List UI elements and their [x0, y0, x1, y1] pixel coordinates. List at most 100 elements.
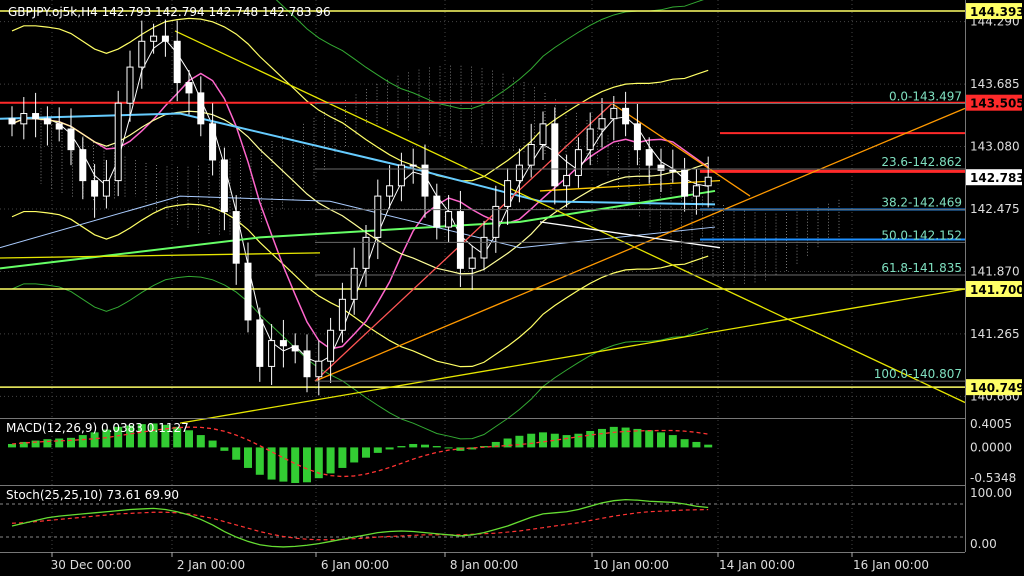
- macd-histogram-bar: [539, 432, 547, 448]
- candle-bear: [456, 211, 464, 269]
- candle-bear: [645, 149, 653, 166]
- candle-bull: [515, 164, 523, 182]
- fib-level-label: 38.2-142.469: [881, 196, 962, 210]
- macd-histogram-bar: [668, 435, 677, 448]
- candle-bull: [563, 174, 571, 187]
- macd-histogram-bar: [55, 438, 64, 448]
- candle-bull: [574, 149, 582, 176]
- price-tag-label: 140.749: [970, 381, 1024, 395]
- time-tick-label: 10 Jan 00:00: [593, 558, 669, 572]
- macd-histogram-bar: [598, 428, 606, 448]
- candle-bear: [32, 113, 40, 120]
- time-tick-label: 6 Jan 00:00: [321, 558, 389, 572]
- macd-histogram-bar: [527, 433, 536, 448]
- candle-bear: [67, 128, 75, 151]
- time-tick-label: 30 Dec 00:00: [51, 558, 132, 572]
- candle-bear: [43, 118, 51, 125]
- candle-bear: [173, 40, 181, 84]
- trading-chart[interactable]: 0.0-143.497 23.6-142.862 38.2-142.469 50.0-…: [0, 0, 1024, 576]
- macd-histogram-bar: [645, 430, 654, 448]
- price-tick-label: 143.685: [970, 77, 1020, 91]
- macd-label: MACD(12,26,9) 0.0383 0.1127: [6, 421, 189, 435]
- macd-histogram-bar: [303, 447, 311, 483]
- macd-histogram-bar: [43, 439, 52, 448]
- candle-bull: [504, 180, 512, 207]
- candle-bull: [338, 298, 346, 331]
- macd-histogram-bar: [350, 447, 359, 463]
- macd-histogram-bar: [196, 435, 205, 448]
- macd-histogram-bar: [362, 447, 370, 458]
- macd-histogram-bar: [279, 447, 288, 482]
- macd-histogram-bar: [67, 437, 75, 448]
- macd-histogram-bar: [633, 428, 642, 448]
- macd-histogram-bar: [385, 447, 394, 450]
- candle-bear: [197, 92, 205, 125]
- candle-bear: [279, 340, 287, 347]
- candle-bear: [291, 345, 299, 352]
- price-tick-label: 141.265: [970, 327, 1020, 341]
- macd-histogram-bar: [373, 447, 382, 453]
- candle-bull: [598, 118, 606, 130]
- macd-tick-label: 0.0000: [970, 440, 1012, 454]
- candle-bull: [527, 143, 535, 166]
- price-tag-label: 142.783: [970, 171, 1024, 185]
- candle-bear: [161, 35, 169, 42]
- candle-bear: [421, 164, 429, 197]
- macd-histogram-bar: [562, 435, 571, 448]
- macd-histogram-bar: [255, 447, 264, 475]
- candle-bear: [55, 123, 63, 130]
- candle-bull: [445, 211, 453, 228]
- macd-histogram-bar: [621, 427, 630, 448]
- candle-bear: [185, 82, 193, 94]
- candle-bull: [692, 185, 700, 197]
- candle-bear: [256, 319, 264, 367]
- candle-bull: [539, 123, 547, 145]
- stoch-tick-label: 100.00: [970, 486, 1012, 500]
- candle-bull: [268, 340, 276, 367]
- macd-histogram-bar: [409, 443, 418, 448]
- candle-bear: [622, 107, 630, 125]
- time-tick-label: 2 Jan 00:00: [177, 558, 245, 572]
- fib-level-label: 0.0-143.497: [889, 90, 962, 104]
- candle-bull: [586, 128, 594, 151]
- candle-bear: [244, 262, 252, 321]
- fib-level-label: 61.8-141.835: [881, 261, 962, 275]
- candle-bull: [114, 102, 122, 182]
- candle-bear: [91, 180, 99, 197]
- chart-header: GBPJPY.oj5k,H4 142.793 142.794 142.748 1…: [8, 5, 331, 19]
- time-tick-label: 8 Jan 00:00: [450, 558, 518, 572]
- macd-histogram-bar: [220, 447, 229, 451]
- macd-histogram-bar: [657, 432, 665, 448]
- candle-bull: [126, 66, 134, 104]
- price-tick-label: 142.475: [970, 202, 1020, 216]
- candle-bull: [468, 257, 476, 269]
- candle-bear: [303, 350, 311, 378]
- macd-histogram-bar: [432, 446, 441, 448]
- candle-bull: [327, 329, 335, 362]
- macd-histogram-bar: [704, 444, 713, 448]
- candle-bull: [386, 185, 394, 197]
- candle-bear: [79, 149, 87, 182]
- macd-tick-label: 0.4005: [970, 417, 1012, 431]
- macd-histogram-bar: [397, 446, 406, 448]
- price-tag-label: 144.393: [970, 5, 1024, 19]
- stoch-tick-label: 0.00: [970, 537, 997, 551]
- macd-histogram-bar: [8, 443, 16, 448]
- candle-bear: [633, 123, 641, 151]
- fib-level-label: 50.0-142.152: [881, 228, 962, 242]
- candle-bull: [409, 164, 417, 167]
- candle-bull: [374, 195, 382, 238]
- candle-bull: [669, 169, 677, 172]
- candle-bear: [433, 195, 441, 228]
- candle-bear: [232, 211, 240, 264]
- price-tag-label: 141.700: [970, 283, 1024, 297]
- candle-bull: [315, 360, 323, 378]
- candle-bear: [209, 123, 217, 161]
- macd-histogram-bar: [244, 447, 252, 468]
- candle-bull: [102, 180, 110, 197]
- macd-histogram-bar: [208, 440, 217, 448]
- candle-bull: [492, 205, 500, 238]
- macd-histogram-bar: [586, 430, 595, 448]
- macd-histogram-bar: [444, 447, 453, 449]
- candle-bull: [610, 107, 618, 120]
